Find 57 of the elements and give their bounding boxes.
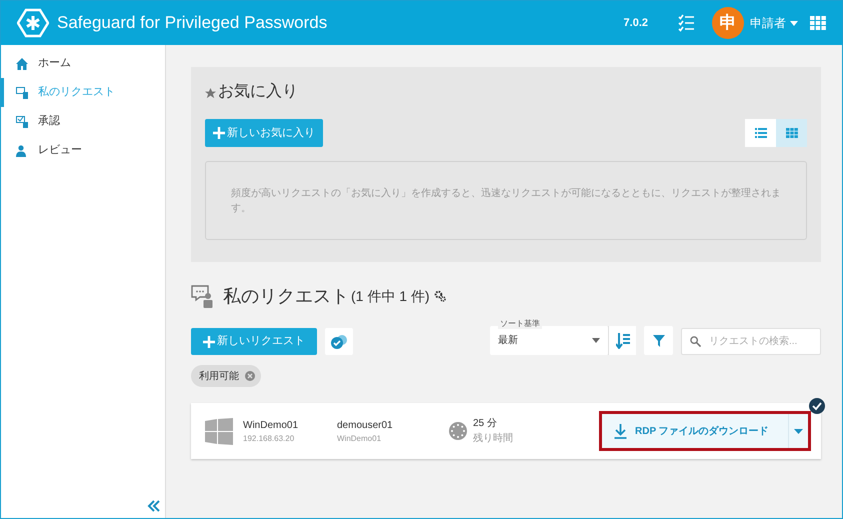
settings-icon[interactable] [434, 290, 446, 302]
filter-button[interactable] [644, 326, 673, 355]
app-title: Safeguard for Privileged Passwords [57, 12, 328, 34]
time-remaining: 25 分 [473, 417, 498, 431]
clock-icon [449, 422, 467, 440]
checklist-icon[interactable] [678, 14, 694, 32]
request-icon [16, 86, 28, 98]
approval-icon [16, 116, 28, 128]
grid-view-button[interactable] [776, 119, 807, 147]
list-icon [754, 128, 766, 138]
list-view-button[interactable] [745, 119, 776, 147]
sort-order-icon [616, 332, 630, 348]
new-favorite-button[interactable]: 新しいお気に入り [205, 119, 323, 147]
section-title: お気に入り [218, 82, 298, 102]
sort-label: ソート基準 [498, 319, 542, 329]
search-icon [690, 336, 701, 347]
chip-label: 利用可能 [199, 370, 239, 384]
download-icon [614, 424, 627, 438]
request-count: (1 件中 1 件) [351, 286, 430, 306]
asset-name: WinDemo01 [243, 418, 300, 432]
sort-dropdown[interactable]: 最新 [490, 326, 608, 355]
person-icon [16, 144, 28, 156]
remove-icon[interactable] [245, 371, 255, 381]
user-menu[interactable]: 申請者 [750, 14, 798, 32]
user-avatar[interactable]: 申 [712, 7, 744, 39]
caret-icon [790, 20, 798, 26]
section-title: 私のリクエスト [223, 284, 349, 308]
bulk-select-button[interactable] [325, 328, 353, 355]
filter-icon [652, 334, 664, 346]
version-text: 7.0.2 [624, 16, 648, 31]
collapse-icon[interactable] [147, 500, 161, 512]
search-field[interactable]: リクエストの検索... [681, 328, 821, 355]
empty-message: 頻度が高いリクエストの「お気に入り」を作成すると、迅速なリクエストが可能になるとともに、リクエストが整理されます。 [231, 186, 781, 216]
sidebar-item[interactable]: ホーム [1, 49, 165, 78]
check-icon[interactable] [809, 398, 825, 414]
time-label: 残り時間 [473, 432, 513, 446]
sidebar-item[interactable]: レビュー [1, 136, 165, 165]
star-icon [205, 88, 216, 99]
apps-grid-icon[interactable] [810, 16, 826, 30]
new-request-button[interactable]: 新しいリクエスト [191, 328, 317, 355]
grid-icon [786, 128, 798, 138]
asset-address: 192.168.63.20 [243, 432, 296, 444]
account-name: demouser01 [337, 418, 394, 432]
download-button[interactable]: RDP ファイルのダウンロード [602, 414, 788, 448]
plus-icon [203, 336, 215, 348]
request-icon [191, 284, 215, 308]
caret-icon [794, 428, 803, 434]
check-circles-icon [330, 334, 348, 350]
home-icon [16, 58, 28, 70]
windows-icon [205, 418, 233, 444]
logo-icon [17, 7, 49, 39]
caret-icon [592, 338, 600, 343]
sidebar-item[interactable]: 承認 [1, 107, 165, 136]
sidebar-item[interactable]: 私のリクエスト [1, 78, 165, 107]
plus-icon [213, 127, 225, 139]
account-asset: WinDemo01 [337, 432, 382, 444]
sort-order-button[interactable] [608, 326, 636, 355]
